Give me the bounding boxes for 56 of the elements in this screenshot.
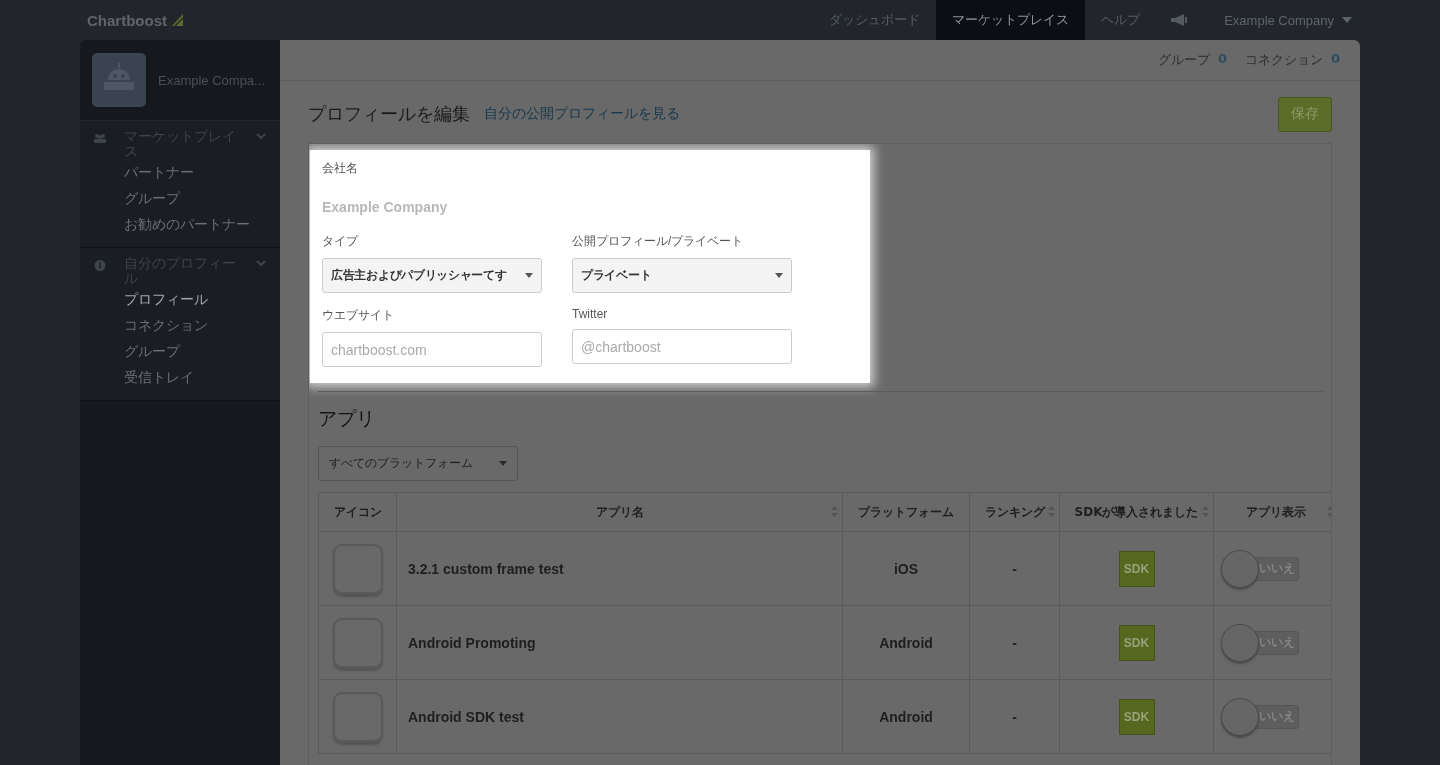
column-header: アイコン [318,492,397,532]
section-title: アプリ [318,406,376,431]
table-cell: - [969,605,1060,680]
public-profile-link[interactable]: 自分の公開プロフィールを見る [484,105,680,123]
field-label: 公開プロフィール/プライベート [572,233,745,250]
platform-select[interactable]: すべてのプラットフォーム [318,446,518,481]
sidebar-item[interactable]: グループ [80,185,280,211]
count-value: 0 [1217,51,1227,68]
table-cell: Android [842,605,970,680]
page-title: プロフィールを編集 [308,102,470,126]
column-header[interactable]: ランキング [969,492,1060,532]
table-cell: Android [842,679,970,754]
field-label: Twitter [572,307,609,321]
logo-icon [171,13,185,27]
count-value: 0 [1330,51,1340,68]
input-field[interactable]: @chartboost [572,329,792,364]
caret-icon [775,273,783,278]
sidebar-item[interactable]: コネクション [80,312,280,338]
select-field[interactable]: プライベート [572,258,792,293]
sdk-badge: SDK [1118,698,1155,735]
nav-tab[interactable]: マーケットプレイス [936,0,1086,40]
group-icon [94,133,106,143]
table-cell: Android SDK test [396,679,843,754]
field-label: ウエブサイト [322,307,395,324]
megaphone-icon[interactable] [1170,13,1189,27]
sdk-badge: SDK [1118,550,1155,587]
field-label: 会社名 [322,160,359,177]
column-header[interactable]: アプリ名 [396,492,843,532]
info-icon [94,260,106,271]
chevron-icon[interactable] [256,260,266,267]
caret-icon [525,273,533,278]
sidebar-item[interactable]: 受信トレイ [80,364,280,390]
table-cell: - [969,531,1060,606]
table-cell: Android Promoting [396,605,843,680]
column-header[interactable]: アプリ表示 [1213,492,1331,532]
brand-logo[interactable]: Chartboost [87,11,167,29]
select-field[interactable]: 広告主およびパブリッシャーてす [322,258,542,293]
sidebar-item[interactable]: グループ [80,338,280,364]
table-cell: iOS [842,531,970,606]
table-cell: - [969,679,1060,754]
sidebar-item[interactable]: パートナー [80,159,280,185]
caret-icon [1342,17,1352,23]
chevron-icon[interactable] [256,133,266,140]
sdk-badge: SDK [1118,624,1155,661]
company-value: Example Company [322,199,449,215]
table-cell: 3.2.1 custom frame test [396,531,843,606]
account-menu[interactable]: Example Company [1210,12,1360,28]
company-name: Example Compa... [158,72,265,88]
save-button[interactable]: 保存 [1278,96,1332,132]
column-header: プラットフォーム [842,492,970,532]
input-field[interactable]: chartboost.com [322,332,542,367]
field-label: タイプ [322,233,360,250]
sidebar-item[interactable]: プロフィール [80,286,280,312]
column-header[interactable]: SDKが導入されました [1059,492,1214,532]
caret-icon [499,461,507,466]
sidebar-item[interactable]: お勧めのパートナー [80,211,280,237]
